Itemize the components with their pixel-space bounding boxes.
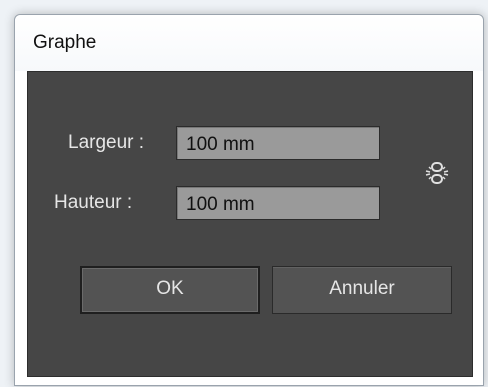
width-label: Largeur :: [68, 132, 145, 153]
height-input[interactable]: [176, 186, 380, 220]
title-bar[interactable]: Graphe: [15, 15, 483, 71]
graph-dialog-window: Graphe Largeur : Hauteur : OK Annuler: [14, 14, 484, 386]
dialog-title: Graphe: [33, 32, 97, 53]
constrain-proportions-link-icon[interactable]: [424, 160, 450, 186]
cancel-button[interactable]: Annuler: [272, 266, 452, 314]
width-input[interactable]: [176, 126, 380, 160]
height-label: Hauteur :: [54, 192, 133, 213]
ok-button[interactable]: OK: [80, 266, 260, 314]
dialog-panel: Largeur : Hauteur : OK Annuler: [27, 71, 473, 377]
